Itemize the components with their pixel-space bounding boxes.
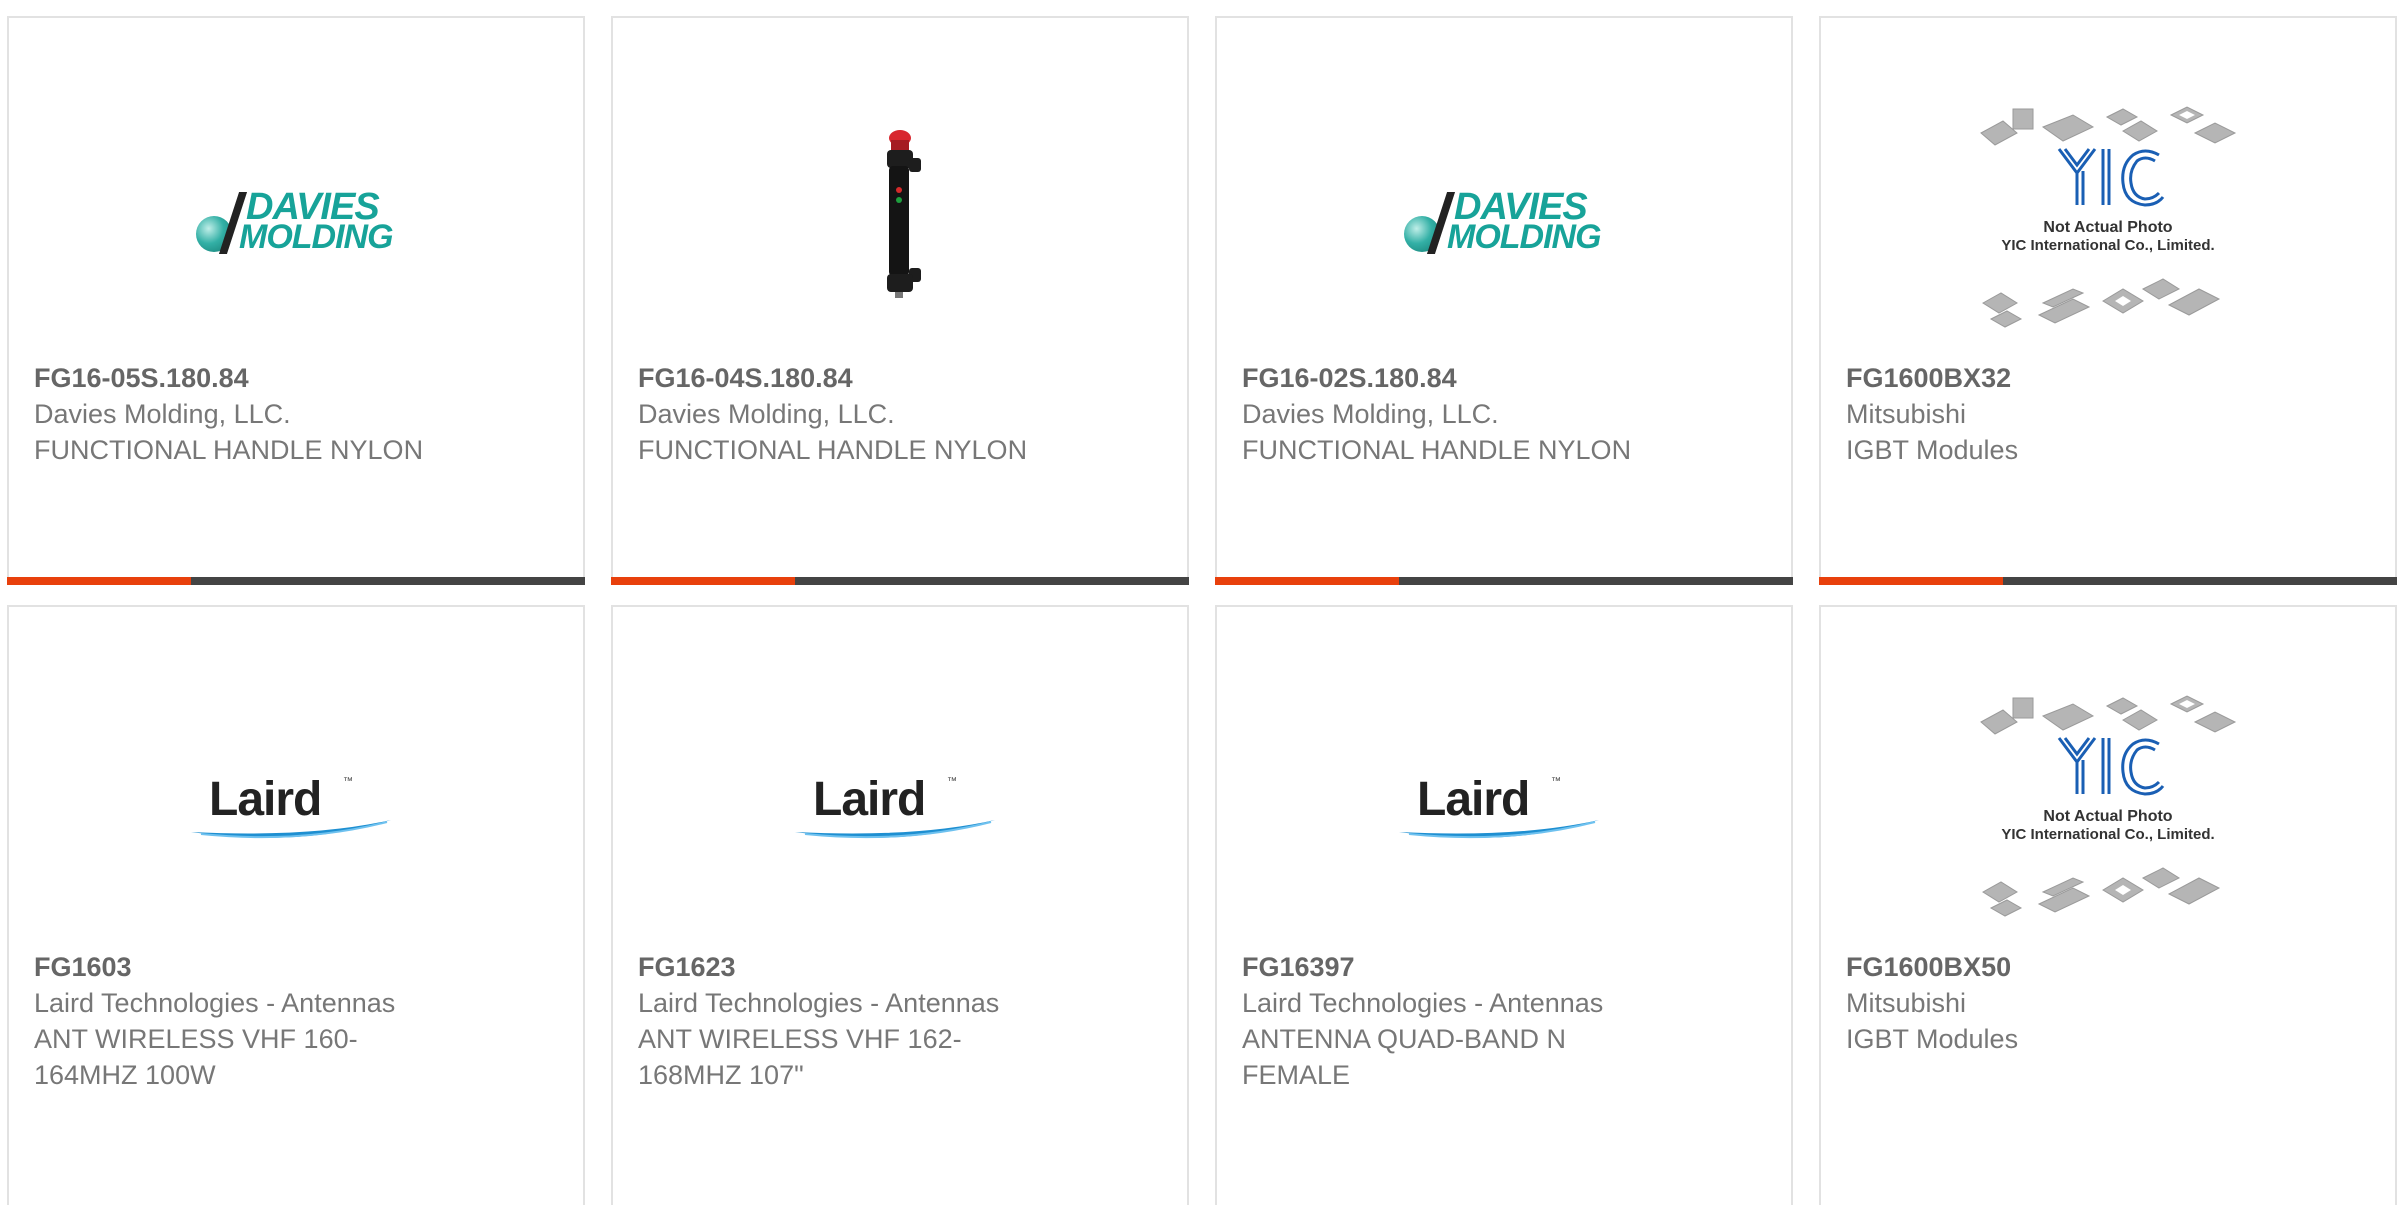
product-card[interactable]: DAVIES MOLDING FG16-05S.180.84 Davies Mo…: [7, 16, 585, 585]
manufacturer: Mitsubishi: [1846, 399, 1967, 429]
part-number-link[interactable]: FG16397: [1242, 949, 1651, 985]
part-number-link[interactable]: FG1623: [638, 949, 1047, 985]
laird-logo: Laird ™: [795, 772, 1005, 842]
part-number-link[interactable]: FG16-05S.180.84: [34, 360, 443, 396]
description: ANT WIRELESS VHF 162-168MHZ 107": [638, 1024, 962, 1090]
card-accent-bar: [1215, 577, 1793, 585]
product-image[interactable]: [613, 78, 1187, 358]
product-card[interactable]: Not Actual Photo YIC International Co., …: [1819, 16, 2397, 585]
product-card[interactable]: FG16-04S.180.84 Davies Molding, LLC. FUN…: [611, 16, 1189, 585]
description: FUNCTIONAL HANDLE NYLON: [34, 435, 424, 465]
product-image[interactable]: Not Actual Photo YIC International Co., …: [1821, 667, 2395, 947]
yic-placeholder-image: Not Actual Photo YIC International Co., …: [1973, 93, 2243, 343]
manufacturer: Laird Technologies - Antennas: [1242, 988, 1604, 1018]
manufacturer: Laird Technologies - Antennas: [34, 988, 396, 1018]
part-number-link[interactable]: FG1603: [34, 949, 443, 985]
product-grid: DAVIES MOLDING FG16-05S.180.84 Davies Mo…: [0, 0, 2400, 1205]
description: ANTENNA QUAD-BAND N FEMALE: [1242, 1024, 1567, 1090]
card-accent-bar: [1819, 577, 2397, 585]
product-image[interactable]: Laird ™: [613, 667, 1187, 947]
laird-logo: Laird ™: [1399, 772, 1609, 842]
manufacturer: Mitsubishi: [1846, 988, 1967, 1018]
manufacturer: Davies Molding, LLC.: [34, 399, 291, 429]
davies-molding-logo: DAVIES MOLDING: [1399, 178, 1609, 258]
card-accent-bar: [611, 577, 1189, 585]
manufacturer: Laird Technologies - Antennas: [638, 988, 1000, 1018]
part-number-link[interactable]: FG16-04S.180.84: [638, 360, 1047, 396]
description: IGBT Modules: [1846, 1024, 2019, 1054]
product-card[interactable]: DAVIES MOLDING FG16-02S.180.84 Davies Mo…: [1215, 16, 1793, 585]
product-image[interactable]: Laird ™: [9, 667, 583, 947]
product-card[interactable]: Not Actual Photo YIC International Co., …: [1819, 605, 2397, 1205]
description: FUNCTIONAL HANDLE NYLON: [1242, 435, 1632, 465]
manufacturer: Davies Molding, LLC.: [1242, 399, 1499, 429]
card-accent-bar: [7, 577, 585, 585]
part-number-link[interactable]: FG1600BX32: [1846, 360, 2255, 396]
part-number-link[interactable]: FG1600BX50: [1846, 949, 2255, 985]
product-card[interactable]: Laird ™ FG1623 Laird Technologies - Ante…: [611, 605, 1189, 1205]
manufacturer: Davies Molding, LLC.: [638, 399, 895, 429]
part-number-link[interactable]: FG16-02S.180.84: [1242, 360, 1651, 396]
yic-placeholder-image: Not Actual Photo YIC International Co., …: [1973, 682, 2243, 932]
description: FUNCTIONAL HANDLE NYLON: [638, 435, 1028, 465]
product-card[interactable]: Laird ™ FG1603 Laird Technologies - Ante…: [7, 605, 585, 1205]
laird-logo: Laird ™: [191, 772, 401, 842]
product-image[interactable]: DAVIES MOLDING: [1217, 78, 1791, 358]
davies-molding-logo: DAVIES MOLDING: [191, 178, 401, 258]
functional-handle-photo: [887, 130, 921, 298]
product-image[interactable]: Laird ™: [1217, 667, 1791, 947]
product-image[interactable]: Not Actual Photo YIC International Co., …: [1821, 78, 2395, 358]
product-image[interactable]: DAVIES MOLDING: [9, 78, 583, 358]
description: IGBT Modules: [1846, 435, 2019, 465]
product-card[interactable]: Laird ™ FG16397 Laird Technologies - Ant…: [1215, 605, 1793, 1205]
description: ANT WIRELESS VHF 160-164MHZ 100W: [34, 1024, 358, 1090]
